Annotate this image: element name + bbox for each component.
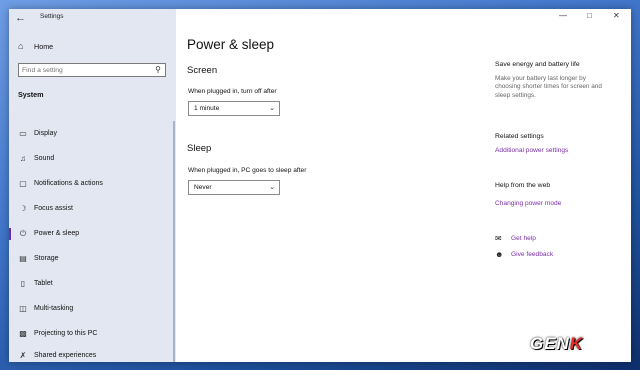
- save-energy-description: Make your battery last longer by choosin…: [495, 75, 602, 99]
- close-icon[interactable]: ✕: [613, 11, 620, 20]
- minimize-icon[interactable]: —: [559, 11, 567, 20]
- sidebar-item-label: Projecting to this PC: [34, 330, 98, 337]
- display-icon: ▭: [19, 129, 27, 138]
- search-icon[interactable]: ⚲: [155, 65, 161, 74]
- app-title: Settings: [40, 13, 64, 20]
- chat-help-icon: ✉: [495, 234, 502, 243]
- screen-timeout-label: When plugged in, turn off after: [188, 88, 277, 95]
- sidebar-item-label: Sound: [34, 155, 55, 162]
- sidebar-item-sound[interactable]: ♫ Sound: [9, 150, 176, 168]
- section-title: System: [18, 90, 44, 99]
- get-help-row[interactable]: ✉ Get help: [495, 234, 615, 246]
- chevron-down-icon: ⌄: [269, 105, 275, 112]
- give-feedback-row[interactable]: ☻ Give feedback: [495, 250, 615, 262]
- watermark-text: GEN: [530, 334, 570, 353]
- watermark-accent-text: K: [569, 334, 584, 353]
- sidebar-scrollbar[interactable]: [173, 121, 175, 362]
- settings-window: ← Settings ⌂ Home ⚲ System ▭ Display ♫ S…: [9, 9, 631, 362]
- sidebar: ← Settings ⌂ Home ⚲ System ▭ Display ♫ S…: [9, 9, 176, 362]
- selection-indicator: [9, 228, 11, 240]
- sidebar-item-home[interactable]: ⌂ Home: [9, 38, 176, 54]
- changing-power-mode-link[interactable]: Changing power mode: [495, 200, 561, 207]
- screen-timeout-dropdown[interactable]: 1 minute ⌄: [188, 101, 280, 116]
- genk-watermark-logo: GENK: [530, 334, 583, 354]
- sidebar-item-power-sleep[interactable]: ⏻ Power & sleep: [9, 225, 176, 243]
- sleep-timeout-dropdown[interactable]: Never ⌄: [188, 180, 280, 195]
- sleep-timeout-label: When plugged in, PC goes to sleep after: [188, 167, 307, 174]
- sidebar-item-label: Power & sleep: [34, 230, 80, 237]
- multitasking-icon: ◫: [19, 304, 27, 313]
- additional-power-settings-link[interactable]: Additional power settings: [495, 147, 568, 154]
- focus-assist-icon: ☽: [19, 204, 27, 213]
- sidebar-item-label: Notifications & actions: [34, 180, 103, 187]
- sidebar-item-storage[interactable]: ▤ Storage: [9, 250, 176, 268]
- tablet-icon: ▯: [20, 279, 26, 288]
- feedback-icon: ☻: [495, 250, 504, 259]
- help-from-web-title: Help from the web: [495, 182, 551, 189]
- sidebar-item-notifications[interactable]: ▢ Notifications & actions: [9, 175, 176, 193]
- sidebar-item-tablet[interactable]: ▯ Tablet: [9, 275, 176, 293]
- sidebar-item-label: Multi-tasking: [34, 305, 74, 312]
- notifications-icon: ▢: [19, 179, 27, 188]
- maximize-icon[interactable]: □: [587, 11, 592, 20]
- screen-heading: Screen: [187, 65, 218, 76]
- sidebar-item-focus-assist[interactable]: ☽ Focus assist: [9, 200, 176, 218]
- back-arrow-icon[interactable]: ←: [15, 12, 29, 24]
- sleep-heading: Sleep: [187, 143, 212, 154]
- title-bar: ← Settings: [9, 9, 176, 25]
- give-feedback-link[interactable]: Give feedback: [511, 251, 553, 258]
- dropdown-value: Never: [194, 184, 212, 191]
- power-icon: ⏻: [19, 229, 27, 238]
- sidebar-item-projecting[interactable]: ▩ Projecting to this PC: [9, 325, 176, 343]
- home-icon: ⌂: [18, 41, 24, 51]
- sidebar-item-multitasking[interactable]: ◫ Multi-tasking: [9, 300, 176, 318]
- sidebar-item-label: Home: [34, 42, 54, 51]
- storage-icon: ▤: [19, 254, 27, 263]
- search-input[interactable]: [22, 64, 147, 76]
- sound-icon: ♫: [20, 154, 26, 163]
- sidebar-item-label: Storage: [34, 255, 59, 262]
- sidebar-item-label: Display: [34, 130, 57, 137]
- shared-experiences-icon: ✗: [19, 351, 27, 360]
- window-controls: — □ ✕: [551, 9, 631, 25]
- projecting-icon: ▩: [19, 329, 27, 338]
- main-content: — □ ✕ Power & sleep Screen When plugged …: [176, 9, 631, 362]
- sidebar-item-shared-experiences[interactable]: ✗ Shared experiences: [9, 347, 176, 362]
- search-box[interactable]: ⚲: [18, 63, 166, 77]
- page-title: Power & sleep: [187, 37, 275, 52]
- sidebar-item-label: Tablet: [34, 280, 53, 287]
- get-help-link[interactable]: Get help: [511, 235, 536, 242]
- sidebar-item-display[interactable]: ▭ Display: [9, 125, 176, 143]
- chevron-down-icon: ⌄: [269, 184, 275, 191]
- sidebar-item-label: Shared experiences: [34, 352, 97, 359]
- dropdown-value: 1 minute: [194, 105, 220, 112]
- save-energy-title: Save energy and battery life: [495, 61, 580, 68]
- related-settings-title: Related settings: [495, 133, 544, 140]
- sidebar-item-label: Focus assist: [34, 205, 73, 212]
